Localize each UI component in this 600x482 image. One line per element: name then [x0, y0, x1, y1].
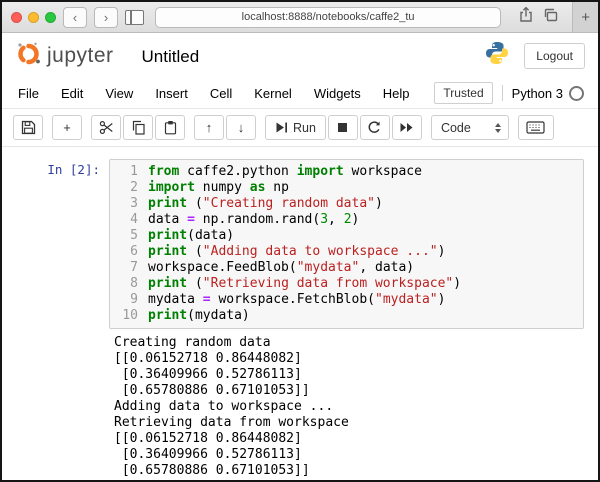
jupyter-logo-icon[interactable] [15, 40, 42, 72]
move-cell-down-button[interactable]: ↓ [226, 115, 256, 140]
copy-cell-button[interactable] [123, 115, 153, 140]
notebook-header: jupyter Untitled Logout [2, 33, 598, 78]
stop-icon [338, 123, 348, 132]
menu-item-view[interactable]: View [94, 86, 144, 101]
minimize-window-button[interactable] [28, 11, 39, 23]
code-line: mydata = workspace.FetchBlob("mydata") [148, 292, 446, 307]
menu-item-cell[interactable]: Cell [199, 86, 243, 101]
menu-item-help[interactable]: Help [372, 86, 421, 101]
menu-item-edit[interactable]: Edit [50, 86, 94, 101]
code-line: data = np.random.rand(3, 2) [148, 212, 360, 227]
output-line: Adding data to workspace ... [114, 399, 334, 414]
restart-icon [369, 121, 381, 133]
code-line: print(data) [148, 228, 235, 243]
url-text: localhost:8888/notebooks/caffe2_tu [241, 11, 415, 23]
chrome-actions [512, 6, 565, 28]
notebook-title[interactable]: Untitled [142, 47, 200, 67]
input-prompt: In [2]: [47, 162, 100, 177]
new-tab-button[interactable]: + [572, 2, 598, 32]
add-cell-button[interactable]: + [52, 115, 82, 140]
code-line: print ("Creating random data") [148, 196, 383, 211]
code-editor[interactable]: 1 2 3 4 5 6 7 8 9 10 from caffe2.python import wo… [109, 159, 584, 329]
floppy-icon [21, 120, 35, 135]
notebook-area: In [2]: 1 2 3 4 5 6 7 8 9 10 from caffe2.python i… [2, 147, 598, 479]
output-line: [[0.06152718 0.86448082] [114, 431, 302, 446]
zoom-window-button[interactable] [45, 11, 56, 23]
move-cell-up-button[interactable]: ↑ [194, 115, 224, 140]
arrow-up-icon: ↑ [205, 120, 213, 135]
output-line: Retrieving data from workspace [114, 415, 349, 430]
menu-item-file[interactable]: File [18, 86, 50, 101]
clipboard-icon [164, 121, 176, 135]
logout-button[interactable]: Logout [524, 42, 585, 69]
menu-bar: File Edit View Insert Cell Kernel Widgets Help … [2, 78, 598, 109]
address-bar[interactable]: localhost:8888/notebooks/caffe2_tu [155, 6, 502, 28]
forward-button[interactable]: › [94, 6, 118, 28]
save-button[interactable] [13, 115, 43, 140]
output-line: [0.36409966 0.52786113] [114, 447, 302, 462]
copy-icon [132, 120, 145, 135]
kernel-status-icon [569, 85, 584, 101]
code-cell[interactable]: In [2]: 1 2 3 4 5 6 7 8 9 10 from caffe2.python i… [2, 159, 598, 329]
menu-item-kernel[interactable]: Kernel [243, 86, 303, 101]
cell-type-value: Code [440, 120, 471, 135]
output-line: [[0.06152718 0.86448082] [114, 351, 302, 366]
cell-output: Creating random data [[0.06152718 0.86448… [114, 335, 584, 479]
code-line: print ("Adding data to workspace ...") [148, 244, 446, 259]
cell-type-select[interactable]: Code [430, 115, 509, 140]
line-numbers: 1 2 3 4 5 6 7 8 9 10 [122, 164, 138, 323]
close-window-button[interactable] [11, 11, 22, 23]
python-logo-icon [484, 40, 510, 71]
arrow-down-icon: ↓ [237, 120, 245, 135]
output-line: [0.36409966 0.52786113] [114, 367, 302, 382]
browser-window: ‹ › localhost:8888/notebooks/caffe2_tu + [0, 0, 600, 482]
restart-kernel-button[interactable] [359, 115, 390, 140]
kernel-name-label: Python 3 [511, 85, 563, 101]
share-icon[interactable] [518, 6, 534, 28]
interrupt-kernel-button[interactable] [327, 115, 358, 140]
output-line: [0.65780886 0.67101053]] [114, 383, 310, 398]
browser-chrome: ‹ › localhost:8888/notebooks/caffe2_tu + [2, 2, 598, 33]
sidebar-toggle-icon[interactable] [125, 9, 144, 25]
menu-item-insert[interactable]: Insert [144, 86, 199, 101]
code-line: import numpy as np [148, 180, 289, 195]
menu-items: File Edit View Insert Cell Kernel Widgets Help [18, 86, 421, 101]
run-button[interactable]: Run [265, 115, 326, 140]
code-lines[interactable]: from caffe2.python import workspace impor… [148, 164, 461, 324]
code-line: workspace.FeedBlob("mydata", data) [148, 260, 415, 275]
paste-cell-button[interactable] [155, 115, 185, 140]
back-button[interactable]: ‹ [63, 6, 87, 28]
jupyter-wordmark: jupyter [47, 43, 114, 67]
fast-forward-icon [400, 123, 413, 132]
command-palette-button[interactable] [517, 115, 554, 140]
menu-divider [501, 85, 503, 101]
cut-cell-button[interactable] [91, 115, 121, 140]
select-arrows-icon [494, 122, 501, 133]
code-line: from caffe2.python import workspace [148, 164, 422, 179]
restart-run-all-button[interactable] [391, 115, 422, 140]
plus-icon: + [581, 8, 590, 26]
run-icon [276, 122, 287, 133]
trusted-button[interactable]: Trusted [434, 82, 493, 104]
notebook-toolbar: + ↑ ↓ Run Code [2, 109, 598, 147]
output-line: [0.65780886 0.67101053]] [114, 463, 310, 478]
code-line: print(mydata) [148, 308, 250, 323]
menu-item-widgets[interactable]: Widgets [303, 86, 372, 101]
code-line: print ("Retrieving data from workspace") [148, 276, 462, 291]
scissors-icon [99, 120, 113, 134]
tab-overview-icon[interactable] [542, 7, 559, 28]
keyboard-icon [526, 121, 545, 134]
output-line: Creating random data [114, 335, 271, 350]
window-controls [11, 11, 56, 23]
